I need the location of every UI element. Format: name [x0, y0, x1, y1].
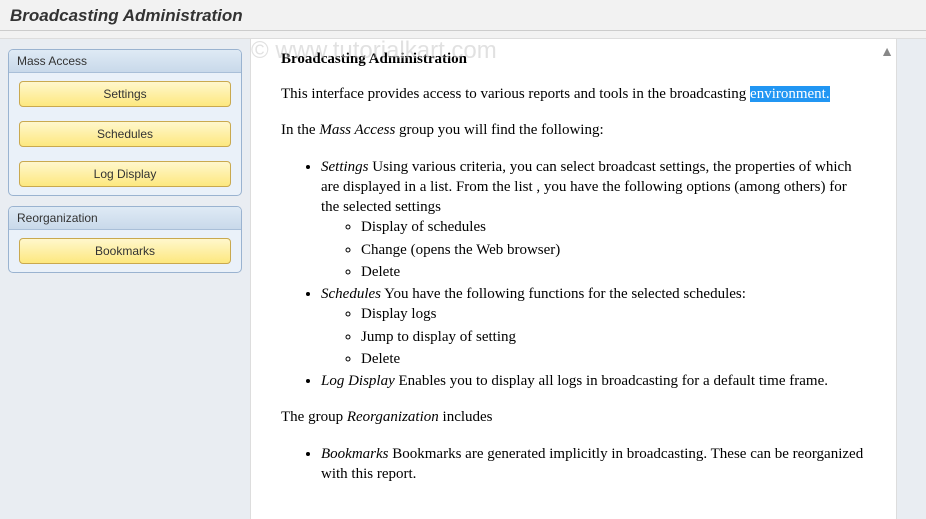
app-title: Broadcasting Administration	[10, 6, 243, 25]
list-item: Display logs	[361, 304, 866, 324]
main-area: Mass Access Settings Schedules Log Displ…	[0, 39, 926, 519]
list-item: Delete	[361, 349, 866, 369]
intro-paragraph: This interface provides access to variou…	[281, 84, 866, 104]
list-item: Jump to display of setting	[361, 327, 866, 347]
list-item-bookmarks: Bookmarks Bookmarks are generated implic…	[321, 444, 866, 485]
list-item-schedules: Schedules You have the following functio…	[321, 284, 866, 369]
app-header: Broadcasting Administration	[0, 0, 926, 31]
sidebar: Mass Access Settings Schedules Log Displ…	[0, 39, 250, 519]
bookmarks-button[interactable]: Bookmarks	[19, 238, 231, 264]
list-item: Change (opens the Web browser)	[361, 240, 866, 260]
log-display-button[interactable]: Log Display	[19, 161, 231, 187]
list-item: Display of schedules	[361, 217, 866, 237]
schedules-sublist: Display logs Jump to display of setting …	[361, 304, 866, 369]
content-area[interactable]: © www.tutorialkart.com ▲ Broadcasting Ad…	[250, 39, 896, 519]
list-item: Delete	[361, 262, 866, 282]
group-body-reorganization: Bookmarks	[9, 230, 241, 272]
reorg-list: Bookmarks Bookmarks are generated implic…	[321, 444, 866, 485]
right-margin	[896, 39, 926, 519]
list-item-settings: Settings Using various criteria, you can…	[321, 157, 866, 283]
schedules-button[interactable]: Schedules	[19, 121, 231, 147]
reorg-intro: The group Reorganization includes	[281, 407, 866, 427]
intro-text-pre: This interface provides access to variou…	[281, 86, 750, 102]
group-body-mass-access: Settings Schedules Log Display	[9, 73, 241, 195]
intro-highlight: environment.	[750, 86, 830, 102]
mass-access-intro: In the Mass Access group you will find t…	[281, 120, 866, 140]
mass-access-list: Settings Using various criteria, you can…	[321, 157, 866, 392]
group-reorganization: Reorganization Bookmarks	[8, 206, 242, 273]
toolbar-area	[0, 31, 926, 39]
scroll-up-icon: ▲	[880, 45, 894, 61]
settings-sublist: Display of schedules Change (opens the W…	[361, 217, 866, 282]
group-mass-access: Mass Access Settings Schedules Log Displ…	[8, 49, 242, 196]
content-heading: Broadcasting Administration	[281, 51, 866, 68]
group-title-reorganization: Reorganization	[9, 207, 241, 230]
list-item-log-display: Log Display Enables you to display all l…	[321, 371, 866, 391]
group-title-mass-access: Mass Access	[9, 50, 241, 73]
settings-button[interactable]: Settings	[19, 81, 231, 107]
